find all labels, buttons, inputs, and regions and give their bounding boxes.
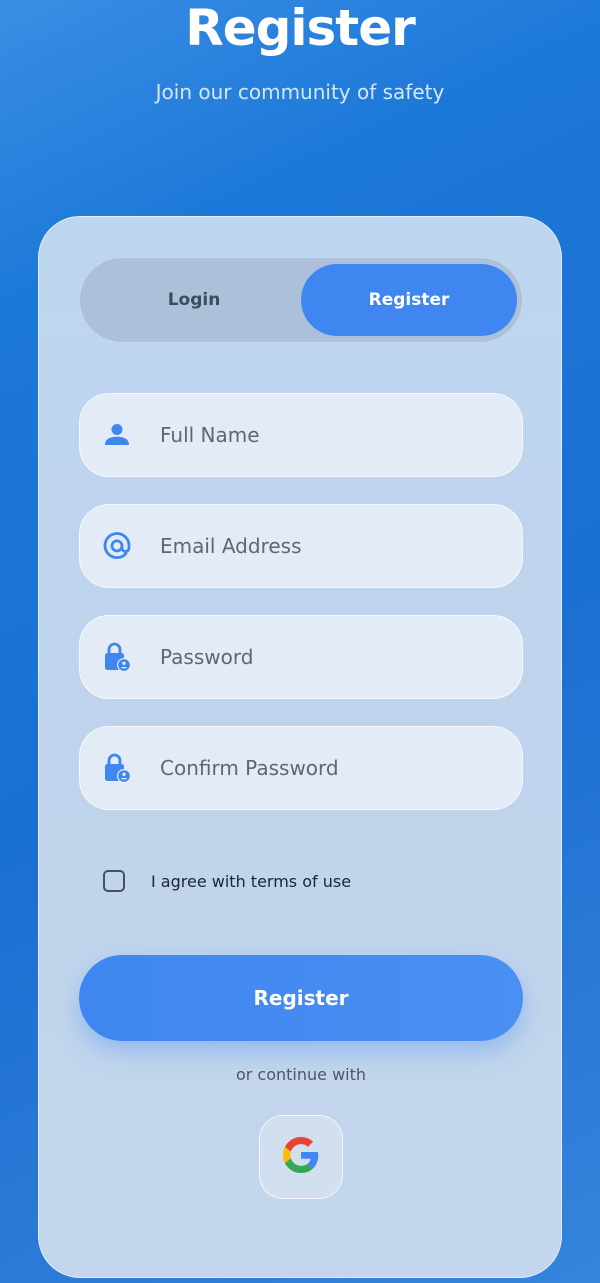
full-name-field[interactable]: [79, 393, 523, 477]
password-input[interactable]: [160, 616, 500, 698]
google-icon: [283, 1137, 319, 1177]
tab-login[interactable]: Login: [86, 264, 302, 336]
terms-checkbox[interactable]: [103, 870, 125, 892]
confirm-password-field[interactable]: [79, 726, 523, 810]
lock-person-icon: [102, 642, 132, 672]
at-sign-icon: [102, 531, 132, 561]
lock-person-icon: [102, 753, 132, 783]
auth-tab-switch: Login Register: [79, 257, 523, 343]
page-subtitle: Join our community of safety: [155, 80, 445, 104]
google-sign-in-button[interactable]: [259, 1115, 343, 1199]
terms-row: I agree with terms of use: [103, 867, 351, 895]
tab-register[interactable]: Register: [301, 264, 517, 336]
email-input[interactable]: [160, 505, 500, 587]
register-card: Login Register Full Name Email Address I…: [38, 216, 562, 1278]
social-divider-text: or continue with: [235, 1065, 367, 1084]
page-title: Register: [185, 0, 416, 57]
confirm-password-input[interactable]: [160, 727, 500, 809]
email-field[interactable]: [79, 504, 523, 588]
person-icon: [102, 420, 132, 450]
register-button[interactable]: Register: [79, 955, 523, 1041]
password-field[interactable]: [79, 615, 523, 699]
full-name-input[interactable]: [160, 394, 500, 476]
terms-label[interactable]: I agree with terms of use: [151, 872, 351, 891]
